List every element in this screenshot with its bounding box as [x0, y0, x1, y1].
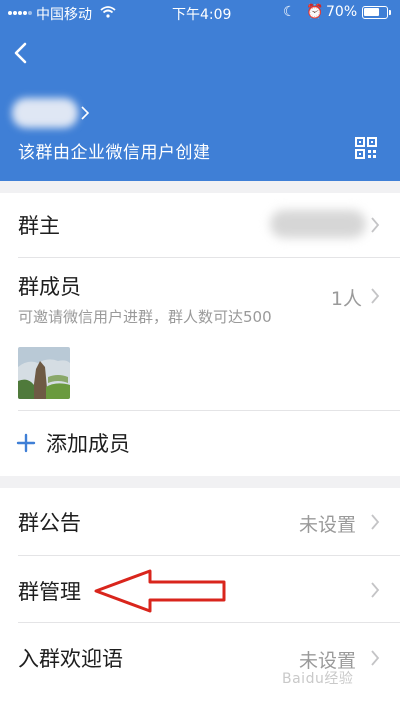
alarm-icon: ⏰: [306, 4, 324, 20]
status-time: 下午4:09: [172, 7, 232, 23]
management-label: 群管理: [18, 580, 81, 604]
divider: [18, 257, 400, 258]
chevron-left-icon[interactable]: [10, 40, 32, 66]
divider: [18, 622, 400, 623]
members-hint: 可邀请微信用户进群，群人数可达500: [18, 308, 272, 326]
signal-icon: [8, 7, 32, 19]
chevron-right-icon: [371, 514, 380, 530]
members-label: 群成员: [18, 275, 81, 299]
qr-code-icon[interactable]: [355, 137, 377, 159]
chevron-right-icon: [371, 582, 380, 598]
chevron-right-icon: [371, 650, 380, 666]
announcement-label: 群公告: [18, 511, 81, 535]
plus-icon: [16, 433, 36, 453]
member-avatar[interactable]: [18, 347, 70, 399]
owner-label: 群主: [18, 214, 60, 238]
divider: [18, 410, 400, 411]
owner-name-redacted: [270, 210, 366, 238]
chevron-right-icon[interactable]: [80, 106, 90, 120]
add-member-label: 添加成员: [46, 432, 130, 456]
battery-icon: [362, 6, 391, 19]
wifi-icon: [100, 6, 116, 18]
group-info-header: 中国移动 下午4:09 ☾ ⏰ 70% 该群由企业微信用户创建: [0, 0, 400, 181]
carrier-name: 中国移动: [36, 7, 92, 23]
chevron-right-icon: [371, 288, 380, 304]
group-name-redacted[interactable]: [12, 98, 78, 128]
created-by-text: 该群由企业微信用户创建: [18, 143, 211, 163]
welcome-label: 入群欢迎语: [18, 647, 123, 671]
moon-icon: ☾: [283, 4, 296, 20]
battery-percent: 70%: [326, 4, 358, 20]
watermark: Baidu经验: [282, 671, 354, 687]
chevron-right-icon: [371, 217, 380, 233]
divider: [18, 555, 400, 556]
announcement-value: 未设置: [298, 514, 356, 536]
red-arrow-annotation: [94, 569, 226, 613]
member-count: 1人: [330, 288, 362, 310]
status-bar: 中国移动 下午4:09 ☾ ⏰ 70%: [0, 0, 400, 26]
